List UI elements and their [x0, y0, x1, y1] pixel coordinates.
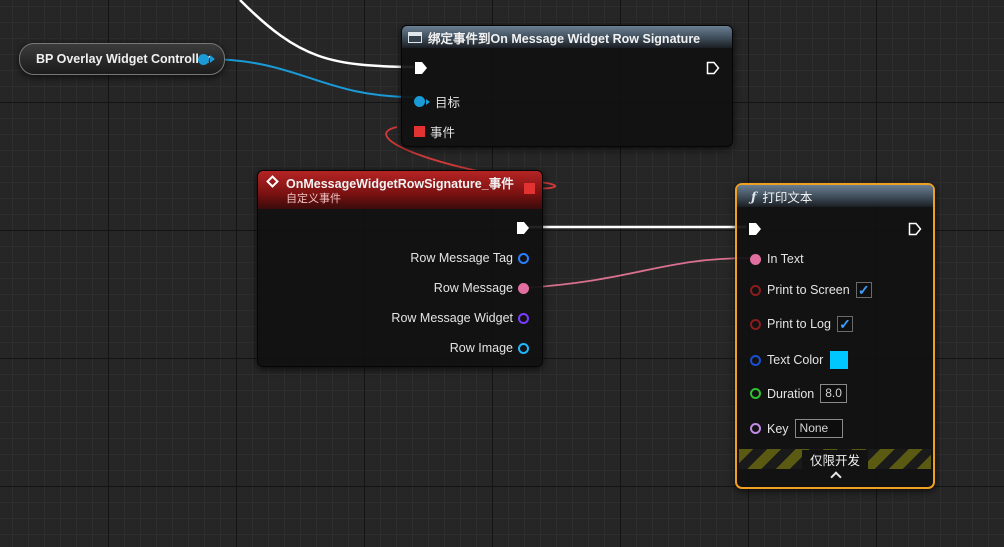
pin-arrow-icon [210, 55, 215, 63]
text-color-row[interactable]: Text Color [750, 350, 850, 370]
key-label: Key [767, 421, 789, 436]
exec-input-pin[interactable] [748, 222, 762, 236]
output-pin-row-row-message[interactable]: Row Message [434, 281, 529, 295]
print-to-log-row[interactable]: Print to Log ✓ [750, 316, 853, 332]
output-pin-label: Row Image [449, 341, 513, 355]
print-text-node-header: ƒ 打印文本 [737, 185, 933, 207]
print-text-node-title: 打印文本 [762, 190, 813, 205]
target-pin[interactable] [414, 96, 425, 107]
custom-event-subtitle: 自定义事件 [286, 192, 341, 205]
object-wire [204, 58, 415, 98]
print-to-screen-row[interactable]: Print to Screen ✓ [750, 282, 872, 298]
in-text-pin-row[interactable]: In Text [750, 252, 804, 266]
key-pin[interactable] [750, 423, 761, 434]
duration-pin[interactable] [750, 388, 761, 399]
print-to-log-pin[interactable] [750, 318, 761, 330]
text-color-label: Text Color [767, 353, 824, 367]
duration-label: Duration [767, 386, 815, 401]
print-to-screen-checkbox[interactable]: ✓ [855, 282, 872, 298]
event-diamond-icon [266, 175, 279, 188]
bind-event-node[interactable]: 绑定事件到On Message Widget Row Signature 目标 … [401, 25, 733, 147]
text-color-swatch[interactable] [829, 350, 850, 370]
collapse-chevron-icon[interactable] [830, 471, 842, 483]
output-pin-row-row-message-tag[interactable]: Row Message Tag [410, 251, 529, 265]
output-pin-label: Row Message Tag [410, 251, 513, 265]
target-pin-row[interactable]: 目标 [414, 92, 460, 111]
print-to-screen-pin[interactable] [750, 284, 761, 296]
delegate-pin[interactable] [414, 126, 425, 137]
print-to-log-label: Print to Log [767, 317, 831, 331]
variable-node-bp-overlay-widget-controller[interactable]: BP Overlay Widget Controller [19, 43, 225, 75]
event-pin-label: 事件 [430, 126, 456, 140]
pin-arrow-icon [426, 98, 430, 105]
duration-field[interactable]: 8.0 [820, 384, 847, 403]
exec-input-pin[interactable] [414, 61, 428, 75]
key-row[interactable]: Key None [750, 419, 843, 438]
bind-event-node-title: 绑定事件到On Message Widget Row Signature [428, 31, 701, 46]
row-message-tag-pin[interactable] [518, 252, 529, 264]
row-image-pin[interactable] [518, 342, 529, 354]
output-pin-label: Row Message Widget [391, 311, 513, 325]
duration-row[interactable]: Duration 8.0 [750, 384, 847, 403]
key-field[interactable]: None [794, 419, 843, 438]
row-message-widget-pin[interactable] [518, 312, 529, 324]
exec-output-pin[interactable] [706, 61, 720, 75]
row-message-pin[interactable] [518, 282, 529, 294]
node-type-icon [408, 31, 422, 43]
exec-output-pin[interactable] [908, 222, 922, 236]
object-output-pin[interactable] [198, 54, 209, 65]
delegate-output-pin[interactable] [524, 183, 535, 194]
print-to-screen-label: Print to Screen [767, 283, 850, 297]
dev-only-label: 仅限开发 [801, 449, 868, 469]
dev-only-banner: 仅限开发 [739, 449, 931, 469]
exec-output-pin[interactable] [516, 221, 530, 235]
custom-event-node-header: OnMessageWidgetRowSignature_事件 自定义事件 [258, 171, 542, 209]
text-color-pin[interactable] [750, 354, 761, 366]
output-pin-row-row-image[interactable]: Row Image [450, 341, 529, 355]
print-text-node[interactable]: ƒ 打印文本 In Text Print to Screen ✓ Print t… [735, 183, 935, 489]
variable-node-label: BP Overlay Widget Controller [36, 52, 211, 66]
print-to-log-checkbox[interactable]: ✓ [836, 316, 853, 332]
output-pin-label: Row Message [433, 281, 513, 295]
custom-event-title: OnMessageWidgetRowSignature_事件 [286, 176, 514, 191]
exec-wire-top [239, 0, 415, 69]
in-text-pin[interactable] [750, 253, 761, 265]
bind-event-node-header: 绑定事件到On Message Widget Row Signature [402, 26, 732, 48]
function-icon: ƒ [751, 188, 757, 204]
output-pin-row-row-message-widget[interactable]: Row Message Widget [391, 311, 529, 325]
event-pin-row[interactable]: 事件 [414, 122, 455, 141]
target-pin-label: 目标 [435, 96, 461, 110]
in-text-label: In Text [767, 252, 804, 266]
string-wire [523, 257, 753, 289]
custom-event-node[interactable]: OnMessageWidgetRowSignature_事件 自定义事件 Row… [257, 170, 543, 367]
